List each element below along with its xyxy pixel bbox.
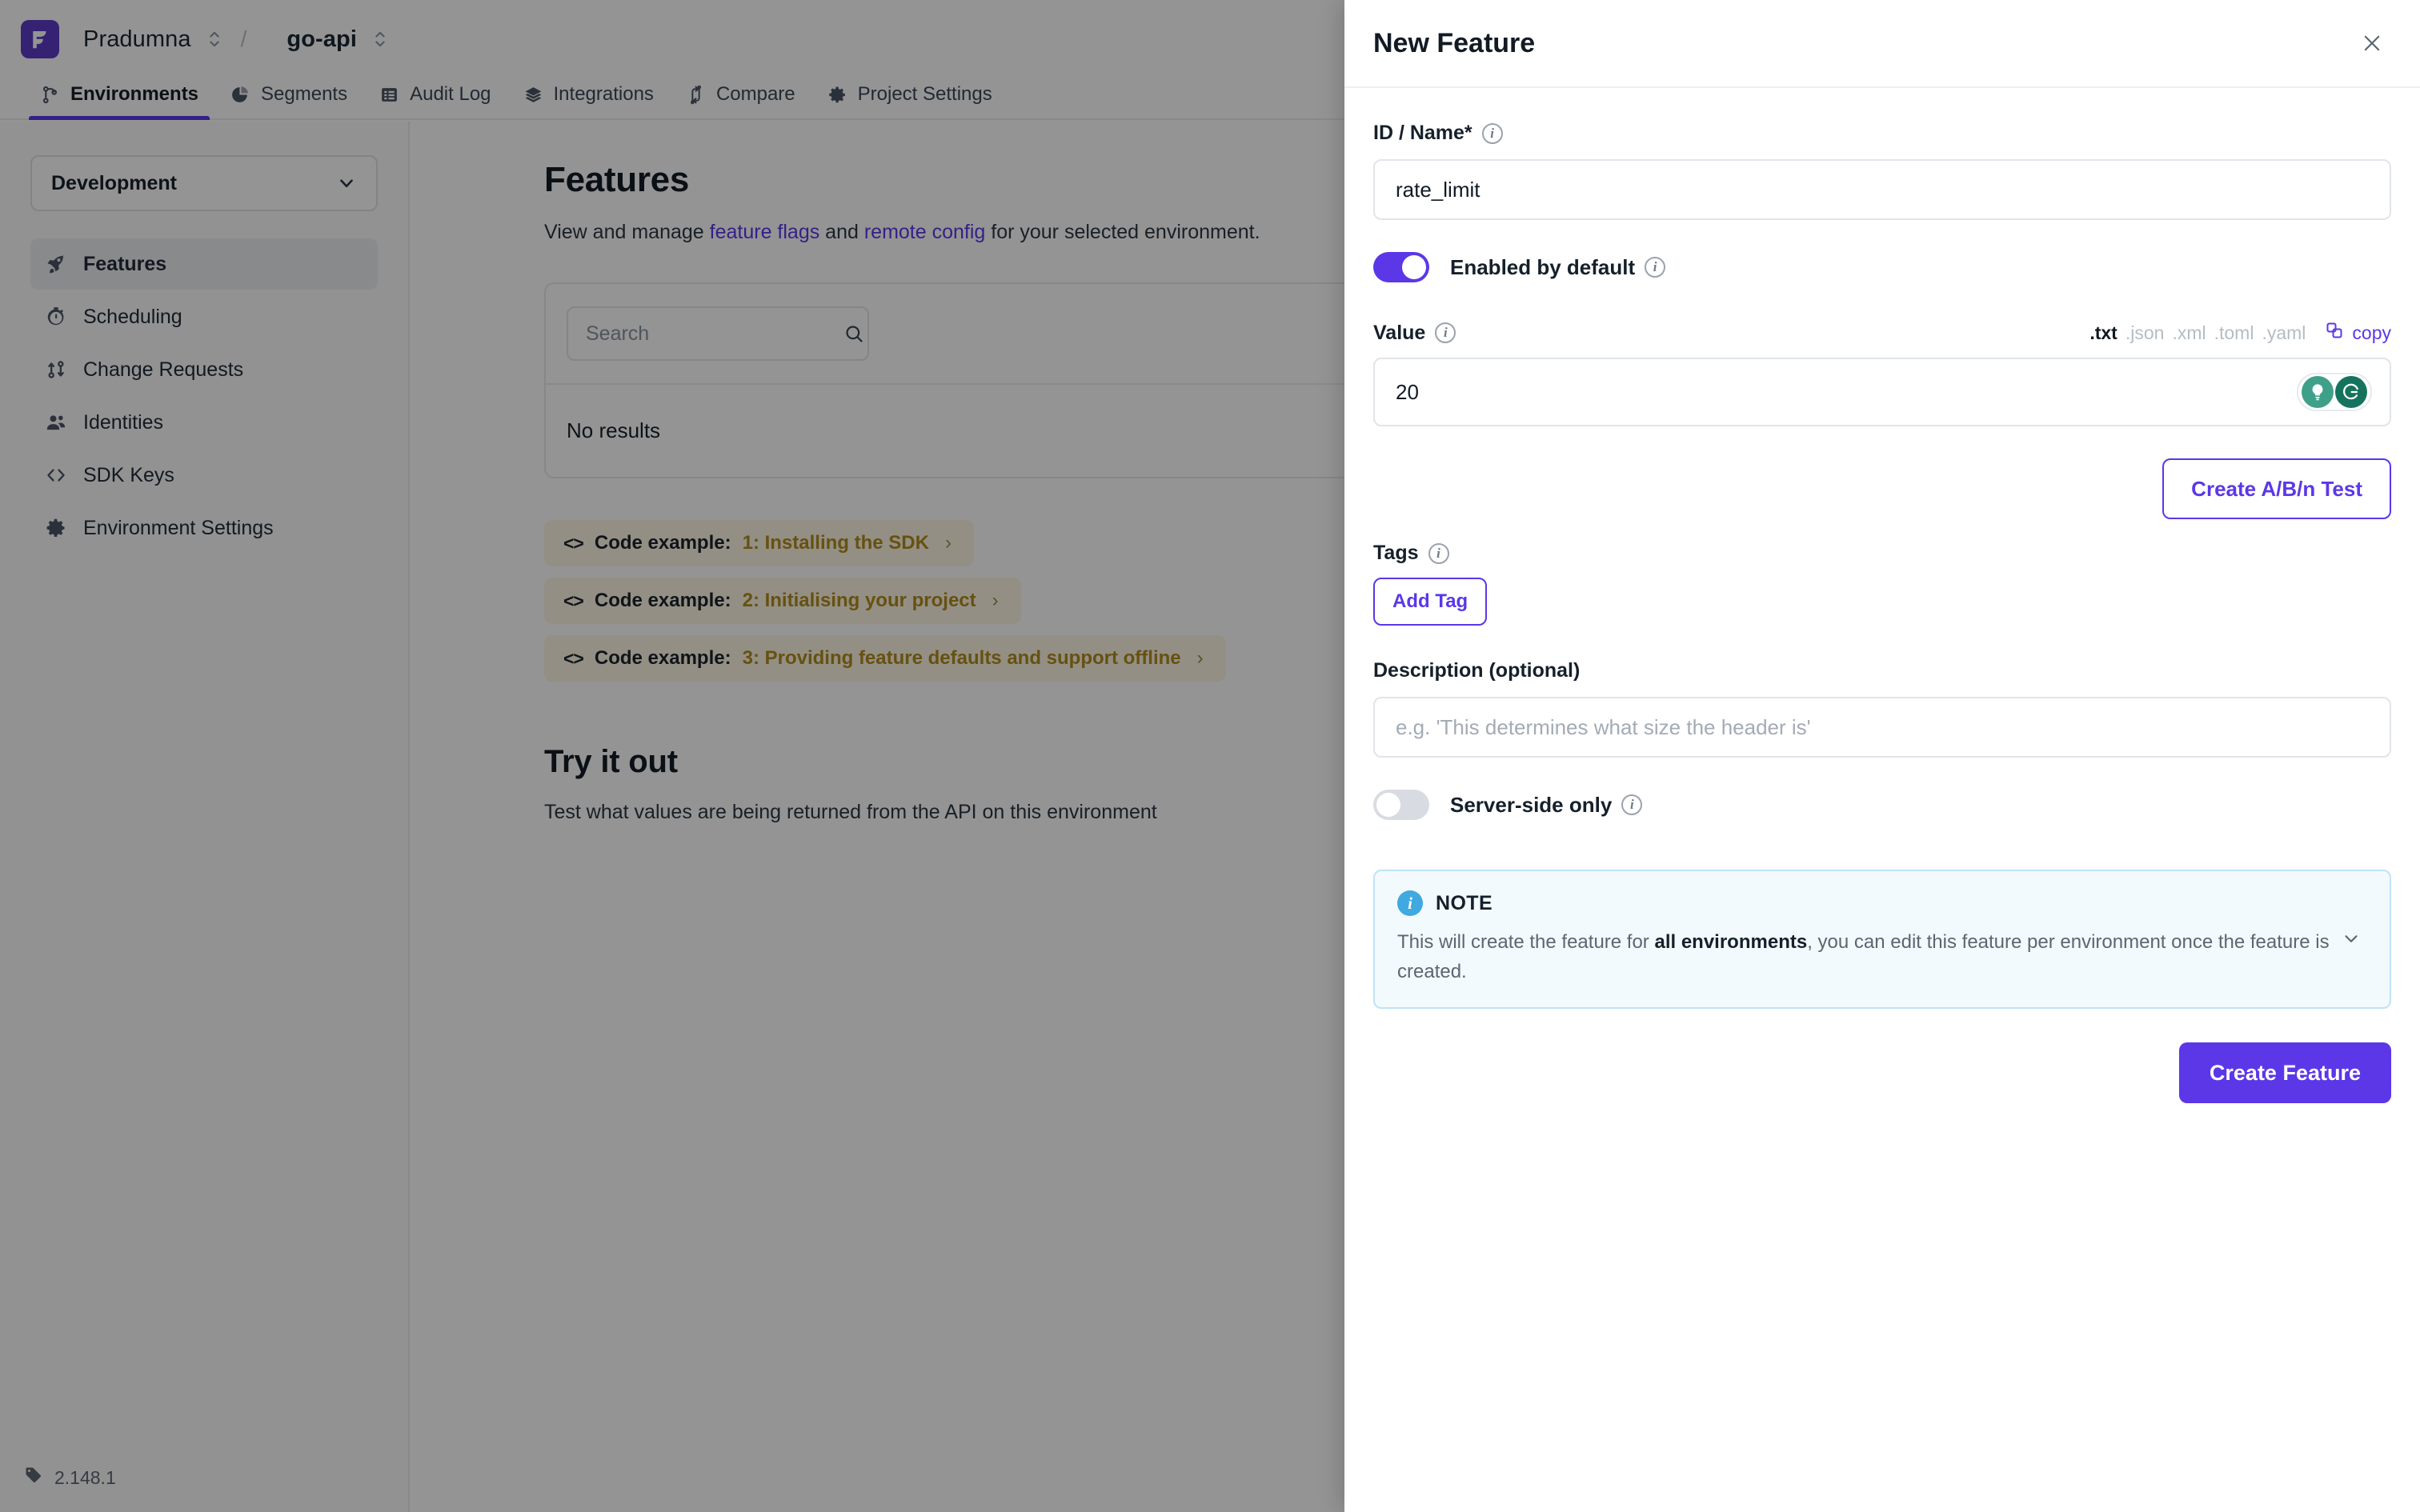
create-feature-button[interactable]: Create Feature — [2178, 1042, 2391, 1104]
note-header: i NOTE — [1397, 890, 2335, 916]
description-input[interactable] — [1373, 697, 2391, 758]
id-name-input[interactable] — [1373, 159, 2391, 220]
close-icon[interactable] — [2354, 26, 2390, 61]
chevron-down-icon[interactable] — [2335, 928, 2367, 949]
id-name-label: ID / Name* — [1373, 122, 1472, 144]
server-side-only-toggle[interactable] — [1373, 790, 1429, 820]
format-json[interactable]: .json — [2126, 322, 2165, 344]
panel-body: ID / Name* i Enabled by default i Value … — [1344, 88, 2420, 1104]
app-root: Pradumna / go-api Environments Segments … — [0, 0, 2420, 1512]
description-label: Description (optional) — [1373, 659, 1581, 682]
note-text-bold: all environments — [1654, 931, 1808, 953]
value-format-list: .txt .json .xml .toml .yaml copy — [2089, 321, 2391, 345]
create-feature-row: Create Feature — [1373, 1042, 2391, 1104]
note-text-part1: This will create the feature for — [1397, 931, 1655, 953]
toggle-knob — [1402, 255, 1426, 279]
grammarly-g-icon[interactable] — [2335, 376, 2367, 408]
server-side-only-label: Server-side only — [1450, 792, 1613, 817]
note-banner: i NOTE This will create the feature for … — [1373, 870, 2391, 1010]
copy-label: copy — [2352, 322, 2391, 343]
info-icon[interactable]: i — [1428, 542, 1449, 564]
enabled-by-default-toggle[interactable] — [1373, 252, 1429, 282]
server-side-only-label-row: Server-side only i — [1450, 792, 1643, 818]
server-side-only-row: Server-side only i — [1373, 790, 2391, 820]
value-input-box[interactable] — [1373, 358, 2391, 426]
info-icon[interactable]: i — [1645, 257, 1666, 278]
enabled-by-default-row: Enabled by default i — [1373, 252, 2391, 282]
tags-label-row: Tags i — [1373, 542, 2391, 565]
enabled-by-default-label-row: Enabled by default i — [1450, 254, 1666, 280]
copy-value-button[interactable]: copy — [2325, 321, 2391, 345]
grammarly-widget[interactable] — [2297, 373, 2372, 411]
value-input[interactable] — [1396, 379, 2297, 405]
grammarly-bulb-icon[interactable] — [2302, 376, 2334, 408]
panel-header: New Feature — [1344, 0, 2420, 88]
note-content: i NOTE This will create the feature for … — [1397, 890, 2335, 986]
create-ab-test-button[interactable]: Create A/B/n Test — [2162, 458, 2391, 519]
add-tag-button[interactable]: Add Tag — [1373, 578, 1488, 626]
copy-icon — [2325, 321, 2344, 345]
value-label: Value — [1373, 321, 1426, 344]
ab-test-row: Create A/B/n Test — [1373, 458, 2391, 519]
info-icon[interactable]: i — [1621, 794, 1643, 815]
format-txt[interactable]: .txt — [2089, 322, 2118, 344]
note-text: This will create the feature for all env… — [1397, 927, 2335, 986]
value-label-row: Value i — [1373, 322, 1456, 345]
info-circle-icon: i — [1397, 890, 1423, 916]
tags-label: Tags — [1373, 542, 1419, 564]
format-toml[interactable]: .toml — [2214, 322, 2254, 344]
info-icon[interactable]: i — [1435, 322, 1456, 343]
id-name-label-row: ID / Name* i — [1373, 122, 2391, 145]
toggle-knob — [1376, 793, 1400, 817]
enabled-by-default-label: Enabled by default — [1450, 254, 1636, 279]
value-header-row: Value i .txt .json .xml .toml .yaml copy — [1373, 321, 2391, 345]
new-feature-panel: New Feature ID / Name* i Enabled by defa… — [1344, 0, 2420, 1512]
format-xml[interactable]: .xml — [2172, 322, 2206, 344]
info-icon[interactable]: i — [1481, 122, 1503, 144]
format-yaml[interactable]: .yaml — [2262, 322, 2306, 344]
panel-title: New Feature — [1373, 27, 1536, 58]
note-title: NOTE — [1436, 891, 1493, 914]
